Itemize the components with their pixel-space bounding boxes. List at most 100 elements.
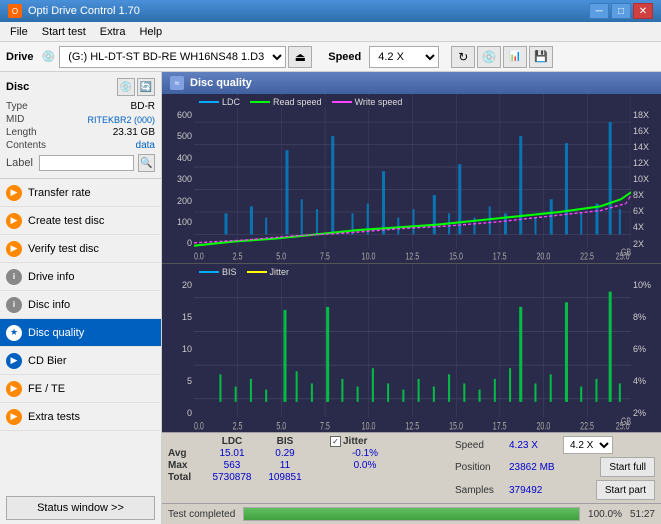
samples-stat-value: 379492: [509, 485, 542, 496]
svg-text:0.0: 0.0: [194, 420, 204, 432]
sidebar-item-cd-bier[interactable]: ▶ CD Bier: [0, 347, 161, 375]
chart1-y-left: 6005004003002001000: [162, 94, 194, 263]
speed-stat-select[interactable]: 4.2 X: [563, 436, 613, 454]
extra-tests-icon: ▶: [6, 409, 22, 425]
status-text: Test completed: [168, 509, 235, 520]
svg-text:17.5: 17.5: [493, 420, 507, 432]
svg-text:0.0: 0.0: [194, 251, 204, 262]
disc-section: Disc 💿 🔄 Type BD-R MID RITEKBR2 (000) Le…: [0, 72, 161, 179]
right-stats-panel: Speed 4.23 X 4.2 X Position 23862 MB Sta…: [455, 436, 655, 500]
disc-quality-header: ≈ Disc quality: [162, 72, 661, 94]
maximize-button[interactable]: □: [611, 3, 631, 19]
svg-text:22.5: 22.5: [580, 251, 594, 262]
drive-info-icon: i: [6, 269, 22, 285]
max-ldc-value: 563: [204, 460, 260, 471]
create-test-disc-icon: ▶: [6, 213, 22, 229]
jitter-checkbox[interactable]: ✓: [330, 436, 341, 447]
progress-bar-inner: [244, 508, 579, 520]
transfer-rate-icon: ▶: [6, 185, 22, 201]
eject-button[interactable]: ⏏: [288, 46, 312, 68]
drive-label: Drive: [6, 51, 34, 63]
svg-text:7.5: 7.5: [320, 420, 330, 432]
app-title: Opti Drive Control 1.70: [28, 5, 140, 17]
sidebar-item-extra-tests[interactable]: ▶ Extra tests: [0, 403, 161, 431]
length-value: 23.31 GB: [113, 127, 155, 138]
verify-test-disc-icon: ▶: [6, 241, 22, 257]
svg-text:5.0: 5.0: [276, 420, 286, 432]
svg-text:10.0: 10.0: [362, 251, 376, 262]
svg-text:GB: GB: [621, 415, 631, 427]
app-icon: O: [8, 4, 22, 18]
position-stat-label: Position: [455, 462, 505, 473]
drive-bar: Drive 💿 (G:) HL-DT-ST BD-RE WH16NS48 1.D…: [0, 42, 661, 72]
sidebar-item-drive-info[interactable]: i Drive info: [0, 263, 161, 291]
svg-text:5.0: 5.0: [276, 251, 286, 262]
type-label: Type: [6, 101, 28, 112]
sidebar-item-disc-info[interactable]: i Disc info: [0, 291, 161, 319]
speed-label: Speed: [328, 51, 361, 63]
chart2-y-right: 10%8%6%4%2%: [631, 264, 661, 433]
speed-select[interactable]: 4.2 X 2.0 X 1.0 X: [369, 46, 439, 68]
refresh-icon[interactable]: ↻: [451, 46, 475, 68]
chart1-area: LDC Read speed Write speed 6005004003002…: [162, 94, 661, 264]
close-button[interactable]: ✕: [633, 3, 653, 19]
total-bis-value: 109851: [260, 472, 310, 483]
transfer-rate-label: Transfer rate: [28, 187, 91, 199]
max-jitter-value: 0.0%: [330, 460, 400, 471]
fe-te-label: FE / TE: [28, 383, 65, 395]
speed-stat-label: Speed: [455, 440, 505, 451]
cd-bier-icon: ▶: [6, 353, 22, 369]
status-window-button[interactable]: Status window >>: [6, 496, 155, 520]
sidebar-item-fe-te[interactable]: ▶ FE / TE: [0, 375, 161, 403]
label-input[interactable]: [39, 155, 134, 171]
svg-text:10.0: 10.0: [362, 420, 376, 432]
contents-value: data: [136, 140, 155, 151]
menu-bar: File Start test Extra Help: [0, 22, 661, 42]
disc-quality-title: Disc quality: [190, 77, 252, 89]
contents-label: Contents: [6, 140, 46, 151]
sidebar-item-disc-quality[interactable]: ★ Disc quality: [0, 319, 161, 347]
menu-help[interactable]: Help: [133, 24, 168, 40]
sidebar-item-verify-test-disc[interactable]: ▶ Verify test disc: [0, 235, 161, 263]
create-test-disc-label: Create test disc: [28, 215, 104, 227]
svg-text:22.5: 22.5: [580, 420, 594, 432]
legend-bis: BIS: [222, 267, 237, 277]
start-part-button[interactable]: Start part: [596, 480, 655, 500]
svg-text:12.5: 12.5: [405, 420, 419, 432]
disc-btn1[interactable]: 💿: [117, 78, 135, 96]
minimize-button[interactable]: ─: [589, 3, 609, 19]
sidebar-item-transfer-rate[interactable]: ▶ Transfer rate: [0, 179, 161, 207]
start-full-button[interactable]: Start full: [600, 457, 655, 477]
graph-icon[interactable]: 📊: [503, 46, 527, 68]
samples-stat-label: Samples: [455, 485, 505, 496]
extra-tests-label: Extra tests: [28, 411, 80, 423]
mid-label: MID: [6, 114, 24, 125]
type-value: BD-R: [131, 101, 155, 112]
legend-write-speed: Write speed: [355, 97, 403, 107]
disc-icon[interactable]: 💿: [477, 46, 501, 68]
menu-extra[interactable]: Extra: [94, 24, 132, 40]
label-search-button[interactable]: 🔍: [138, 154, 155, 172]
svg-text:12.5: 12.5: [405, 251, 419, 262]
menu-file[interactable]: File: [4, 24, 34, 40]
avg-jitter-value: -0.1%: [330, 448, 400, 459]
chart1-y-right: 18X16X14X12X10X8X6X4X2X: [631, 94, 661, 263]
disc-quality-label: Disc quality: [28, 327, 84, 339]
verify-test-disc-label: Verify test disc: [28, 243, 99, 255]
menu-start-test[interactable]: Start test: [36, 24, 92, 40]
position-stat-value: 23862 MB: [509, 462, 555, 473]
disc-section-title: Disc: [6, 81, 29, 93]
disc-info-icon: i: [6, 297, 22, 313]
svg-text:20.0: 20.0: [536, 420, 550, 432]
save-icon[interactable]: 💾: [529, 46, 553, 68]
ldc-col-header: LDC: [204, 436, 260, 447]
svg-text:17.5: 17.5: [493, 251, 507, 262]
drive-select[interactable]: (G:) HL-DT-ST BD-RE WH16NS48 1.D3: [59, 46, 286, 68]
total-ldc-value: 5730878: [204, 472, 260, 483]
legend-read-speed: Read speed: [273, 97, 322, 107]
legend-ldc: LDC: [222, 97, 240, 107]
length-label: Length: [6, 127, 37, 138]
sidebar-item-create-test-disc[interactable]: ▶ Create test disc: [0, 207, 161, 235]
disc-btn2[interactable]: 🔄: [137, 78, 155, 96]
fe-te-icon: ▶: [6, 381, 22, 397]
